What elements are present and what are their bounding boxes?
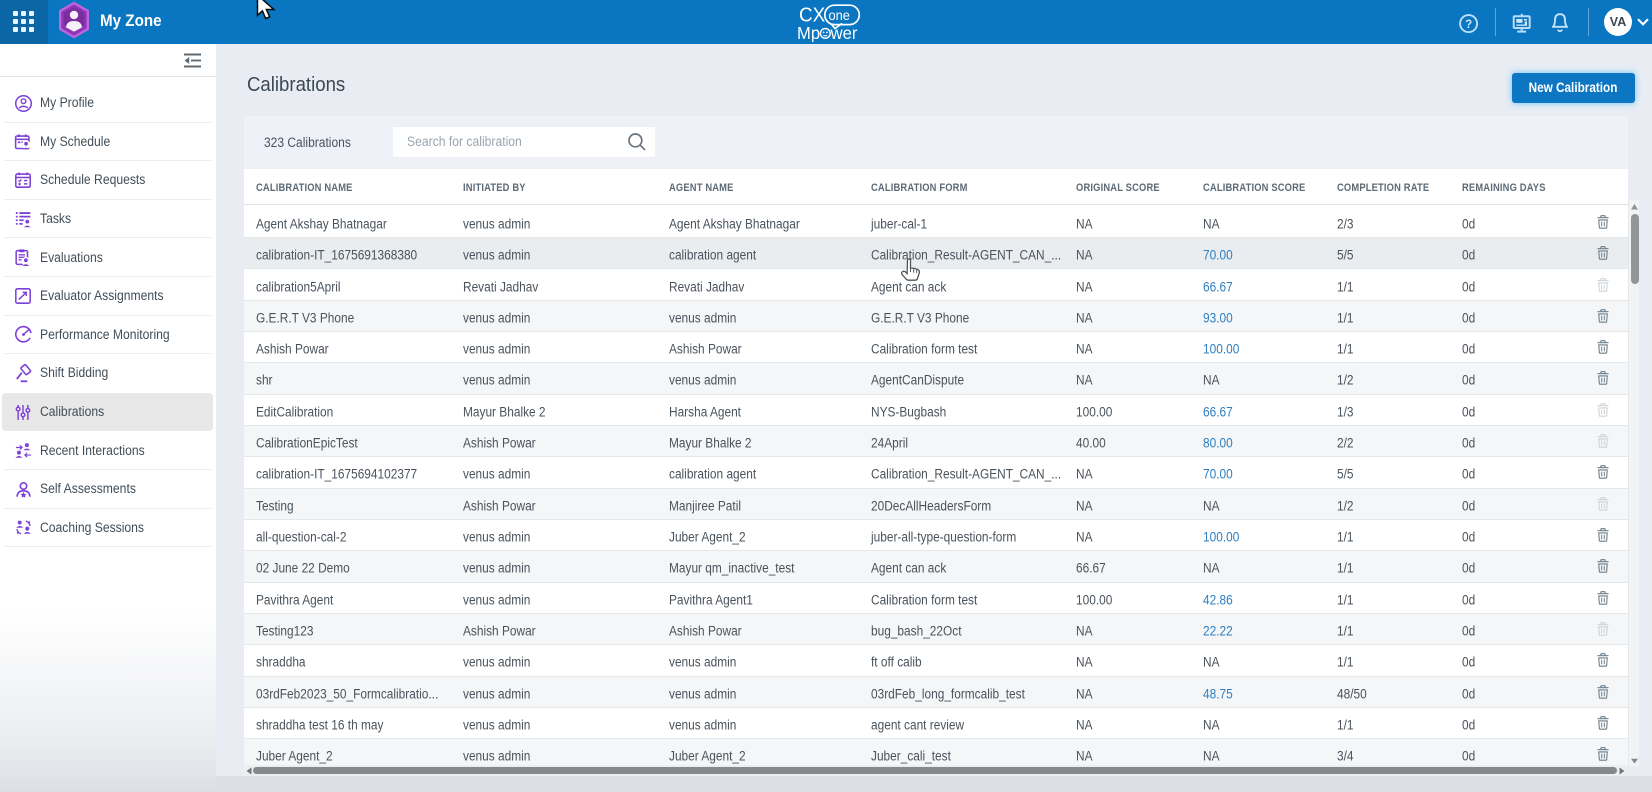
- svg-text:wer: wer: [830, 24, 858, 42]
- svg-text:Mp: Mp: [797, 24, 820, 42]
- svg-text:one: one: [829, 7, 850, 23]
- svg-text:?: ?: [1465, 19, 1472, 31]
